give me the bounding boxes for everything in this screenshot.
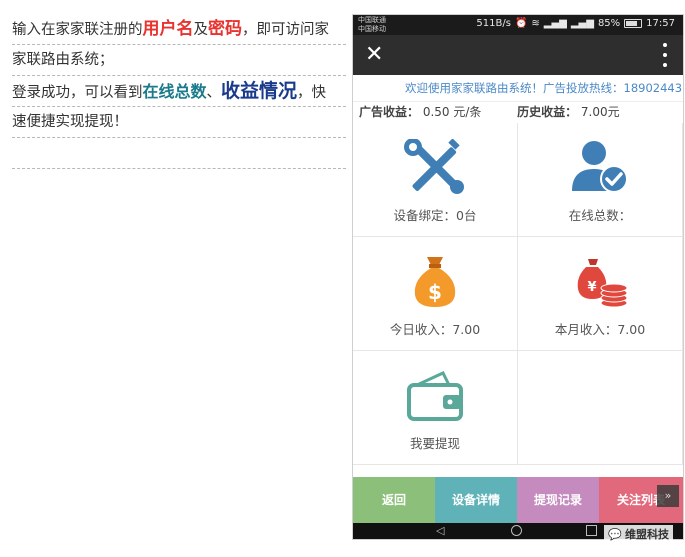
month-income-label: 本月收入：7.00 bbox=[554, 322, 646, 337]
ad-revenue-label: 广告收益： bbox=[359, 105, 420, 119]
watermark-text: 维盟科技 bbox=[625, 528, 669, 541]
alarm-icon: ⏰ bbox=[514, 18, 528, 29]
online-total-label: 在线总数： bbox=[568, 208, 632, 223]
article-line-3: 登录成功，可以看到在线总数、收益情况，快 bbox=[12, 76, 346, 107]
dashboard-grid: 设备绑定：0台 在线总数： $ 今日收入：7.00 ¥ 本月收入：7.00 我要… bbox=[353, 123, 683, 477]
today-income-label: 今日收入：7.00 bbox=[389, 322, 481, 337]
highlight-username: 用户名 bbox=[142, 19, 194, 39]
more-options-icon[interactable] bbox=[663, 43, 667, 67]
tab-back[interactable]: 返回 bbox=[353, 477, 435, 523]
withdraw-tile[interactable]: 我要提现 bbox=[353, 351, 518, 465]
device-binding-label: 设备绑定：0台 bbox=[393, 208, 477, 223]
carrier-names: 中国联通 中国移动 bbox=[358, 16, 386, 34]
back-to-top-button[interactable]: » bbox=[657, 485, 679, 507]
month-income-tile[interactable]: ¥ 本月收入：7.00 bbox=[518, 237, 683, 351]
article-line-1: 输入在家家联注册的用户名及密码，即可访问家 bbox=[12, 14, 346, 45]
app-bar: ✕ bbox=[353, 35, 683, 75]
user-check-icon bbox=[572, 141, 628, 193]
nav-back-icon[interactable]: ◁ bbox=[436, 524, 444, 537]
status-bar: 中国联通 中国移动 511B/s ⏰ ≋ ▂▄▆ ▂▄▆ 85% 17:57 bbox=[353, 15, 683, 35]
clock: 17:57 bbox=[646, 18, 675, 29]
signal-icon: ▂▄▆ bbox=[543, 18, 567, 29]
money-bag-icon: $ bbox=[414, 257, 456, 307]
article-text: 输入在家家联注册的 bbox=[12, 22, 143, 38]
tools-icon bbox=[404, 139, 464, 194]
battery-percent: 85% bbox=[597, 18, 621, 29]
carrier-1: 中国联通 bbox=[358, 16, 386, 24]
today-income-tile[interactable]: $ 今日收入：7.00 bbox=[353, 237, 518, 351]
watermark: 💬 维盟科技 bbox=[604, 525, 673, 543]
bottom-tab-bar: 返回 设备详情 提现记录 关注列表 bbox=[353, 477, 683, 523]
yen-coins-icon: ¥ bbox=[577, 259, 628, 308]
svg-text:¥: ¥ bbox=[587, 280, 596, 295]
announcement-marquee: 欢迎使用家家联路由系统！广告投放热线：18902443766 bbox=[353, 75, 683, 102]
history-revenue-label: 历史收益： bbox=[517, 105, 578, 119]
tab-device-details[interactable]: 设备详情 bbox=[435, 477, 517, 523]
wallet-icon bbox=[407, 371, 463, 421]
phone-screen: 中国联通 中国移动 511B/s ⏰ ≋ ▂▄▆ ▂▄▆ 85% 17:57 ✕… bbox=[352, 14, 684, 540]
tab-withdraw-records[interactable]: 提现记录 bbox=[517, 477, 599, 523]
nav-home-icon[interactable] bbox=[511, 525, 522, 536]
revenue-summary: 广告收益： 0.50 元/条 历史收益： 7.00元 bbox=[353, 102, 683, 125]
article-text: 、 bbox=[206, 85, 222, 101]
battery-icon bbox=[624, 19, 643, 28]
network-speed: 511B/s bbox=[476, 18, 511, 29]
device-binding-tile[interactable]: 设备绑定：0台 bbox=[353, 123, 518, 237]
article-text: 速便捷实现提现！ bbox=[12, 114, 128, 130]
carrier-2: 中国移动 bbox=[358, 25, 386, 33]
article-text: ，即可访问家 bbox=[242, 22, 329, 38]
highlight-online-total: 在线总数 bbox=[142, 82, 207, 101]
online-total-tile[interactable]: 在线总数： bbox=[518, 123, 683, 237]
article-line-2: 家联路由系统； bbox=[12, 45, 346, 76]
instruction-article: 输入在家家联注册的用户名及密码，即可访问家 家联路由系统； 登录成功，可以看到在… bbox=[12, 14, 346, 169]
ad-revenue-value: 0.50 元/条 bbox=[422, 105, 482, 119]
nav-recent-icon[interactable] bbox=[586, 525, 597, 536]
highlight-password: 密码 bbox=[208, 19, 242, 39]
status-indicators: 511B/s ⏰ ≋ ▂▄▆ ▂▄▆ 85% 17:57 bbox=[476, 18, 675, 29]
article-text: 登录成功，可以看到 bbox=[12, 85, 143, 101]
article-text: 及 bbox=[193, 22, 209, 38]
article-line-4: 速便捷实现提现！ bbox=[12, 107, 346, 138]
empty-tile bbox=[518, 351, 683, 465]
signal-icon-2: ▂▄▆ bbox=[570, 18, 594, 29]
withdraw-label: 我要提现 bbox=[409, 436, 460, 451]
svg-text:$: $ bbox=[428, 280, 442, 304]
article-text: ，快 bbox=[297, 85, 327, 101]
wifi-icon: ≋ bbox=[531, 18, 540, 29]
wechat-icon: 💬 bbox=[608, 527, 622, 541]
highlight-revenue: 收益情况 bbox=[221, 80, 298, 102]
close-icon[interactable]: ✕ bbox=[365, 41, 383, 69]
article-text: 家联路由系统； bbox=[12, 52, 114, 68]
article-line-5 bbox=[12, 138, 346, 169]
history-revenue-value: 7.00元 bbox=[580, 105, 620, 119]
